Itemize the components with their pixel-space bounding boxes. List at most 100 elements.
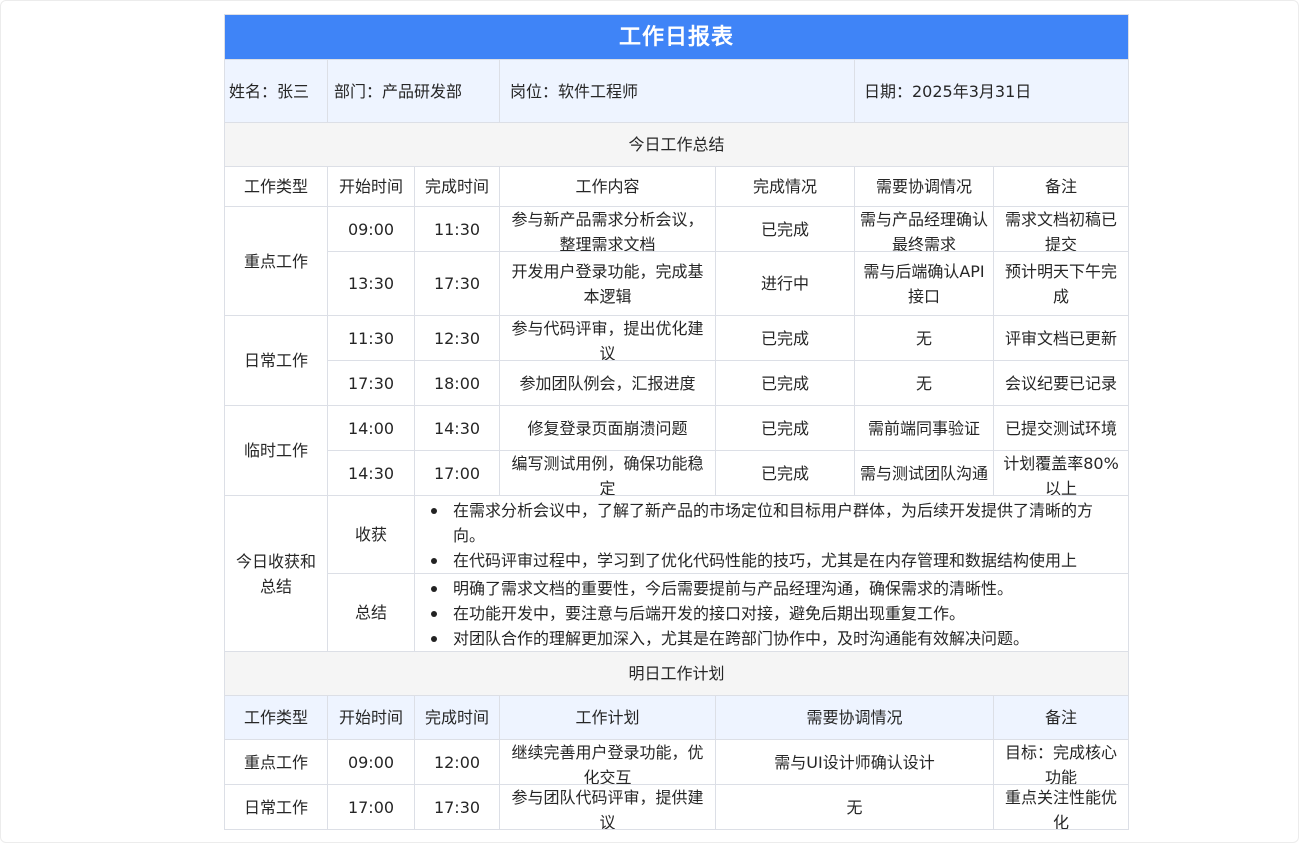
daily-report-table: 工作日报表 姓名：张三 部门：产品研发部 岗位：软件工程师 日期：2025年3月… bbox=[223, 14, 1130, 830]
summary-label: 总结 bbox=[327, 573, 415, 652]
work-type-cell: 重点工作 bbox=[224, 206, 328, 316]
header-cell: 工作内容 bbox=[499, 166, 716, 207]
content-cell: 编写测试用例，确保功能稳定 bbox=[499, 450, 716, 496]
content-cell: 修复登录页面崩溃问题 bbox=[499, 405, 716, 451]
work-type-cell: 日常工作 bbox=[224, 315, 328, 406]
position-field: 岗位：软件工程师 bbox=[499, 59, 855, 123]
header-cell: 备注 bbox=[992, 166, 1130, 207]
note-text: 需求文档初稿已提交 bbox=[1005, 210, 1118, 251]
report-title: 工作日报表 bbox=[223, 14, 1130, 60]
table-row: 13:30 17:30 开发用户登录功能，完成基本逻辑 进行中 需与后端确认AP… bbox=[225, 251, 1130, 316]
start-time-cell: 17:00 bbox=[327, 784, 415, 830]
start-time-cell: 09:00 bbox=[327, 739, 415, 785]
gains-list: 在需求分析会议中，了解了新产品的市场定位和目标用户群体，为后续开发提供了清晰的方… bbox=[423, 498, 1120, 573]
note-text: 重点关注性能优化 bbox=[1005, 788, 1118, 829]
date-field: 日期：2025年3月31日 bbox=[853, 59, 1130, 123]
end-time-cell: 12:00 bbox=[414, 739, 500, 785]
header-cell: 完成情况 bbox=[715, 166, 855, 207]
start-time-cell: 14:30 bbox=[327, 450, 415, 496]
gains-content: 在需求分析会议中，了解了新产品的市场定位和目标用户群体，为后续开发提供了清晰的方… bbox=[413, 495, 1130, 574]
note-text: 计划覆盖率80%以上 bbox=[1003, 454, 1119, 495]
coord-cell: 需与测试团队沟通 bbox=[854, 450, 994, 496]
header-cell: 工作类型 bbox=[224, 695, 328, 740]
table-row: 重点工作 09:00 11:30 参与新产品需求分析会议，整理需求文档 已完成 … bbox=[224, 206, 1130, 316]
start-time-cell: 14:00 bbox=[327, 405, 415, 451]
content-text: 参与新产品需求分析会议，整理需求文档 bbox=[511, 210, 704, 251]
table-row: 临时工作 14:00 14:30 修复登录页面崩溃问题 已完成 需前端同事验证 … bbox=[224, 405, 1130, 496]
tomorrow-header-row: 工作类型 开始时间 完成时间 工作计划 需要协调情况 备注 bbox=[224, 695, 1130, 740]
header-cell: 工作计划 bbox=[499, 695, 716, 740]
plan-cell: 参与团队代码评审，提供建议 bbox=[499, 784, 716, 830]
summary-row: 总结 明确了需求文档的重要性，今后需要提前与产品经理沟通，确保需求的清晰性。 在… bbox=[225, 573, 1130, 652]
coord-text: 需与产品经理确认最终需求 bbox=[859, 210, 988, 251]
content-cell: 开发用户登录功能，完成基本逻辑 bbox=[499, 251, 716, 316]
note-cell: 计划覆盖率80%以上 bbox=[992, 450, 1130, 496]
coord-cell: 需前端同事验证 bbox=[854, 405, 994, 451]
reflection-label: 今日收获和总结 bbox=[224, 495, 328, 652]
note-cell: 预计明天下午完成 bbox=[992, 251, 1130, 316]
summary-content: 明确了需求文档的重要性，今后需要提前与产品经理沟通，确保需求的清晰性。 在功能开… bbox=[413, 573, 1130, 652]
header-cell: 完成时间 bbox=[414, 695, 500, 740]
content-cell: 参加团队例会，汇报进度 bbox=[499, 360, 716, 406]
plan-text: 参与团队代码评审，提供建议 bbox=[511, 788, 704, 829]
coord-cell: 需与产品经理确认最终需求 bbox=[854, 206, 994, 252]
coord-cell: 需与UI设计师确认设计 bbox=[715, 739, 994, 785]
header-cell: 需要协调情况 bbox=[854, 166, 994, 207]
table-row: 日常工作 11:30 12:30 参与代码评审，提出优化建议 已完成 无 评审文… bbox=[224, 315, 1130, 406]
note-cell: 重点关注性能优化 bbox=[992, 784, 1130, 830]
start-time-cell: 11:30 bbox=[327, 315, 415, 361]
today-section-title: 今日工作总结 bbox=[223, 122, 1130, 167]
content-text: 参与代码评审，提出优化建议 bbox=[511, 319, 704, 360]
list-item: 对团队合作的理解更加深入，尤其是在跨部门协作中，及时沟通能有效解决问题。 bbox=[430, 626, 1120, 651]
coord-text: 需与测试团队沟通 bbox=[859, 463, 988, 483]
coord-cell: 无 bbox=[715, 784, 994, 830]
header-cell: 需要协调情况 bbox=[715, 695, 994, 740]
content-cell: 参与代码评审，提出优化建议 bbox=[499, 315, 716, 361]
table-row: 重点工作 09:00 12:00 继续完善用户登录功能，优化交互 需与UI设计师… bbox=[224, 739, 1130, 785]
start-time-cell: 13:30 bbox=[327, 251, 415, 316]
start-time-cell: 17:30 bbox=[327, 360, 415, 406]
status-cell: 已完成 bbox=[715, 360, 855, 406]
start-time-cell: 09:00 bbox=[327, 206, 415, 252]
table-row: 17:30 18:00 参加团队例会，汇报进度 已完成 无 会议纪要已记录 bbox=[225, 360, 1130, 406]
end-time-cell: 17:00 bbox=[414, 450, 500, 496]
header-cell: 工作类型 bbox=[224, 166, 328, 207]
info-row: 姓名：张三 部门：产品研发部 岗位：软件工程师 日期：2025年3月31日 bbox=[224, 59, 1130, 123]
note-cell: 需求文档初稿已提交 bbox=[992, 206, 1130, 252]
content-cell: 参与新产品需求分析会议，整理需求文档 bbox=[499, 206, 716, 252]
header-cell: 完成时间 bbox=[414, 166, 500, 207]
note-cell: 已提交测试环境 bbox=[992, 405, 1130, 451]
work-type-cell: 重点工作 bbox=[224, 739, 328, 785]
status-cell: 已完成 bbox=[715, 206, 855, 252]
gains-label: 收获 bbox=[327, 495, 415, 574]
summary-list: 明确了需求文档的重要性，今后需要提前与产品经理沟通，确保需求的清晰性。 在功能开… bbox=[423, 576, 1120, 651]
table-row: 14:30 17:00 编写测试用例，确保功能稳定 已完成 需与测试团队沟通 计… bbox=[225, 450, 1130, 496]
department-field: 部门：产品研发部 bbox=[327, 59, 500, 123]
end-time-cell: 17:30 bbox=[414, 784, 500, 830]
note-cell: 评审文档已更新 bbox=[992, 315, 1130, 361]
status-cell: 已完成 bbox=[715, 315, 855, 361]
header-cell: 备注 bbox=[992, 695, 1130, 740]
gains-row: 今日收获和总结 收获 在需求分析会议中，了解了新产品的市场定位和目标用户群体，为… bbox=[224, 495, 1130, 652]
note-cell: 会议纪要已记录 bbox=[992, 360, 1130, 406]
end-time-cell: 11:30 bbox=[414, 206, 500, 252]
list-item: 在需求分析会议中，了解了新产品的市场定位和目标用户群体，为后续开发提供了清晰的方… bbox=[430, 498, 1120, 548]
header-cell: 开始时间 bbox=[327, 166, 415, 207]
content-text: 编写测试用例，确保功能稳定 bbox=[511, 454, 704, 495]
end-time-cell: 14:30 bbox=[414, 405, 500, 451]
today-header-row: 工作类型 开始时间 完成时间 工作内容 完成情况 需要协调情况 备注 bbox=[224, 166, 1130, 207]
note-text: 目标：完成核心功能 bbox=[1005, 743, 1118, 784]
list-item: 在功能开发中，要注意与后端开发的接口对接，避免后期出现重复工作。 bbox=[430, 601, 1120, 626]
plan-text: 继续完善用户登录功能，优化交互 bbox=[511, 743, 704, 784]
work-type-cell: 日常工作 bbox=[224, 784, 328, 830]
end-time-cell: 12:30 bbox=[414, 315, 500, 361]
list-item: 明确了需求文档的重要性，今后需要提前与产品经理沟通，确保需求的清晰性。 bbox=[430, 576, 1120, 601]
coord-cell: 需与后端确认API接口 bbox=[854, 251, 994, 316]
coord-cell: 无 bbox=[854, 360, 994, 406]
end-time-cell: 17:30 bbox=[414, 251, 500, 316]
end-time-cell: 18:00 bbox=[414, 360, 500, 406]
tomorrow-section-title: 明日工作计划 bbox=[223, 651, 1130, 696]
list-item: 在代码评审过程中，学习到了优化代码性能的技巧，尤其是在内存管理和数据结构使用上 bbox=[430, 548, 1120, 573]
status-cell: 已完成 bbox=[715, 450, 855, 496]
name-field: 姓名：张三 bbox=[224, 59, 328, 123]
